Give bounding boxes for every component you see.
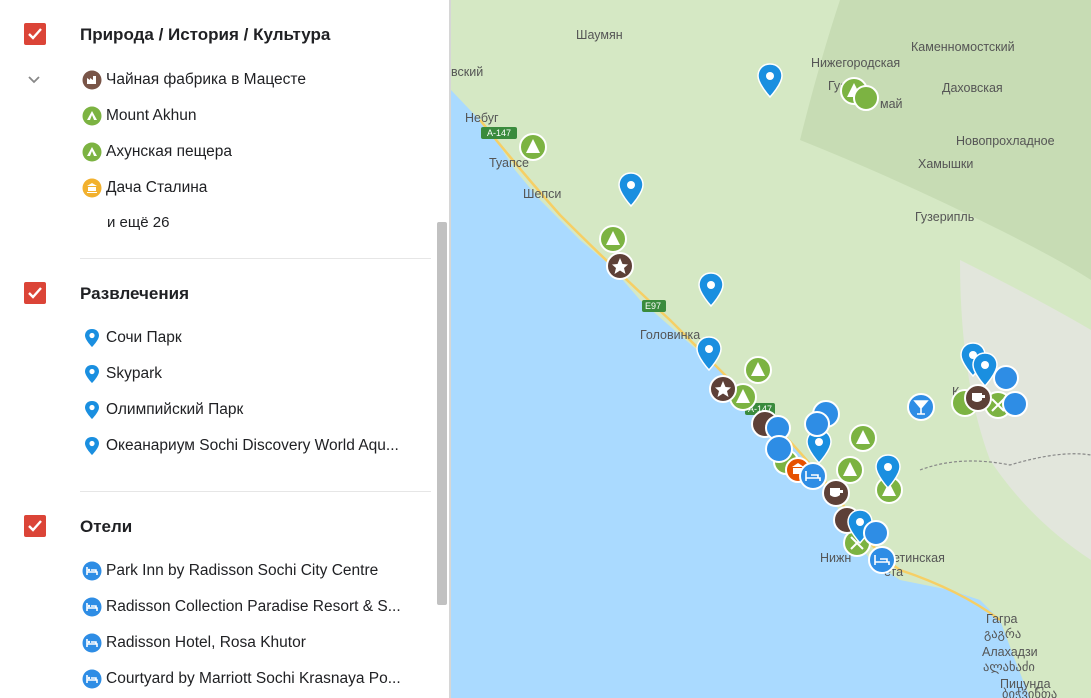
list-item[interactable]: Ахунская пещера bbox=[82, 140, 412, 164]
list-item[interactable]: Radisson Collection Paradise Resort & S.… bbox=[82, 595, 412, 619]
category-title: Природа / История / Культура bbox=[80, 25, 331, 44]
item-label: Океанариум Sochi Discovery World Aqu... bbox=[106, 437, 399, 454]
more-link[interactable]: и ещё 26 bbox=[107, 214, 169, 231]
item-label: Park Inn by Radisson Sochi City Centre bbox=[106, 562, 379, 579]
hotel-marker[interactable] bbox=[1002, 391, 1028, 417]
item-label: Radisson Hotel, Rosa Khutor bbox=[106, 634, 306, 651]
layers-sidebar: Природа / История / Культура Чайная фабр… bbox=[0, 0, 449, 698]
tent-icon bbox=[82, 142, 102, 162]
place-label: май bbox=[880, 97, 903, 111]
item-label: Mount Akhun bbox=[106, 107, 197, 124]
place-label: ალახაძი bbox=[983, 660, 1035, 674]
place-label: Туапсе bbox=[489, 156, 529, 170]
nature-marker[interactable] bbox=[519, 133, 547, 161]
item-label: Radisson Collection Paradise Resort & S.… bbox=[106, 598, 401, 615]
checkmark-icon bbox=[28, 28, 42, 40]
category-checkbox-hotels[interactable] bbox=[24, 515, 46, 537]
map-pin-icon bbox=[85, 365, 99, 383]
item-label: Сочи Парк bbox=[106, 329, 182, 346]
list-item[interactable]: Океанариум Sochi Discovery World Aqu... bbox=[82, 434, 412, 458]
map-canvas[interactable]: A-147 E97 A-147 Шаумян Нижегородская Кам… bbox=[451, 0, 1091, 698]
chevron-down-icon[interactable] bbox=[27, 73, 41, 87]
map-pin-icon bbox=[85, 437, 99, 455]
list-item[interactable]: Park Inn by Radisson Sochi City Centre bbox=[82, 559, 412, 583]
list-item[interactable]: Skypark bbox=[82, 362, 412, 386]
road-label: E97 bbox=[645, 301, 661, 311]
checkmark-icon bbox=[28, 520, 42, 532]
place-label: Шепси bbox=[523, 187, 561, 201]
bed-icon bbox=[82, 597, 102, 617]
hotel-marker[interactable] bbox=[993, 365, 1019, 391]
item-label: Дача Сталина bbox=[106, 179, 208, 196]
place-label: ბიჭვინთა bbox=[1002, 687, 1057, 698]
divider bbox=[80, 491, 431, 492]
nature-marker[interactable] bbox=[599, 225, 627, 253]
hotel-marker[interactable] bbox=[799, 462, 827, 490]
category-title: Развлечения bbox=[80, 284, 190, 303]
place-label: Каменномостский bbox=[911, 40, 1015, 54]
place-label: етинская bbox=[893, 551, 945, 565]
list-item[interactable]: Radisson Hotel, Rosa Khutor bbox=[82, 631, 412, 655]
scrollbar-thumb[interactable] bbox=[437, 222, 447, 605]
bar-marker[interactable] bbox=[907, 393, 935, 421]
museum-icon bbox=[82, 178, 102, 198]
place-label: вский bbox=[451, 65, 483, 79]
checkmark-icon bbox=[28, 287, 42, 299]
bed-icon bbox=[82, 669, 102, 689]
hotel-marker[interactable] bbox=[765, 435, 793, 463]
place-label: Нижн bbox=[820, 551, 851, 565]
place-label: Нижегородская bbox=[811, 56, 900, 70]
place-label: Головинка bbox=[640, 328, 700, 342]
place-label: Даховская bbox=[942, 81, 1003, 95]
star-marker[interactable] bbox=[709, 375, 737, 403]
place-label: Алахадзи bbox=[982, 645, 1038, 659]
hotel-marker[interactable] bbox=[863, 520, 889, 546]
bed-icon bbox=[82, 561, 102, 581]
nature-marker[interactable] bbox=[849, 424, 877, 452]
item-label: Skypark bbox=[106, 365, 162, 382]
list-item[interactable]: Mount Akhun bbox=[82, 104, 412, 128]
place-label: Новопрохладное bbox=[956, 134, 1055, 148]
factory-icon bbox=[82, 70, 102, 90]
divider bbox=[80, 258, 431, 259]
place-label: Гагра bbox=[986, 612, 1018, 626]
item-label: Courtyard by Marriott Sochi Krasnaya Po.… bbox=[106, 670, 401, 687]
list-item[interactable]: Сочи Парк bbox=[82, 326, 412, 350]
item-label: Чайная фабрика в Мацесте bbox=[106, 71, 306, 88]
category-title: Отели bbox=[80, 517, 133, 536]
star-marker[interactable] bbox=[606, 252, 634, 280]
item-label: Ахунская пещера bbox=[106, 143, 233, 160]
list-item[interactable]: Дача Сталина bbox=[82, 176, 412, 200]
road-label: A-147 bbox=[487, 128, 511, 138]
place-label: Гузерипль bbox=[915, 210, 974, 224]
place-label: Хамышки bbox=[918, 157, 973, 171]
place-label: Шаумян bbox=[576, 28, 623, 42]
tent-icon bbox=[82, 106, 102, 126]
place-label: გაგრა bbox=[984, 627, 1021, 642]
map-pin-icon bbox=[85, 329, 99, 347]
item-label: Олимпийский Парк bbox=[106, 401, 244, 418]
category-checkbox-entertainment[interactable] bbox=[24, 282, 46, 304]
place-label: Небуг bbox=[465, 111, 499, 125]
list-item[interactable]: Олимпийский Парк bbox=[82, 398, 412, 422]
nature-marker[interactable] bbox=[744, 356, 772, 384]
map-view[interactable]: A-147 E97 A-147 Шаумян Нижегородская Кам… bbox=[451, 0, 1091, 698]
list-item[interactable]: Чайная фабрика в Мацесте bbox=[82, 68, 412, 92]
list-item[interactable]: Courtyard by Marriott Sochi Krasnaya Po.… bbox=[82, 667, 412, 691]
hotel-marker[interactable] bbox=[804, 411, 830, 437]
cafe-marker[interactable] bbox=[822, 479, 850, 507]
nature-marker[interactable] bbox=[853, 85, 879, 111]
bed-icon bbox=[82, 633, 102, 653]
hotel-marker[interactable] bbox=[868, 546, 896, 574]
nature-marker[interactable] bbox=[836, 456, 864, 484]
category-checkbox-nature[interactable] bbox=[24, 23, 46, 45]
map-pin-icon bbox=[85, 401, 99, 419]
cafe-marker[interactable] bbox=[964, 384, 992, 412]
